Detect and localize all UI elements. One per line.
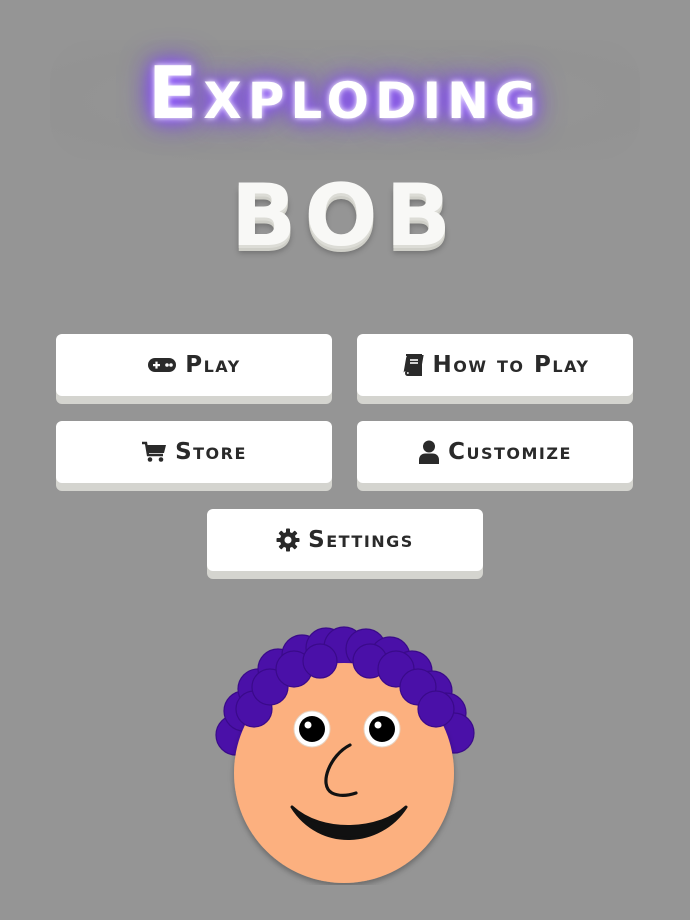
store-button[interactable]: Store [56, 421, 332, 483]
settings-button[interactable]: Settings [207, 509, 483, 571]
user-icon [418, 440, 440, 464]
gear-icon [276, 528, 300, 552]
game-title-bob: BOB [230, 166, 460, 266]
customize-button[interactable]: Customize [357, 421, 633, 483]
cart-icon [141, 441, 167, 463]
store-button-label: Store [175, 439, 247, 465]
settings-button-label: Settings [308, 527, 414, 553]
bob-character [215, 626, 475, 883]
book-icon [400, 353, 425, 377]
customize-button-label: Customize [448, 439, 572, 465]
how-to-play-button-label: How to Play [432, 352, 590, 378]
play-button-label: Play [185, 352, 241, 378]
game-title-exploding: Exploding [148, 51, 542, 135]
play-button[interactable]: Play [56, 334, 332, 396]
how-to-play-button[interactable]: How to Play [357, 334, 633, 396]
gamepad-icon [147, 356, 177, 374]
bob-left-eye [293, 710, 331, 748]
bob-right-eye [363, 710, 401, 748]
